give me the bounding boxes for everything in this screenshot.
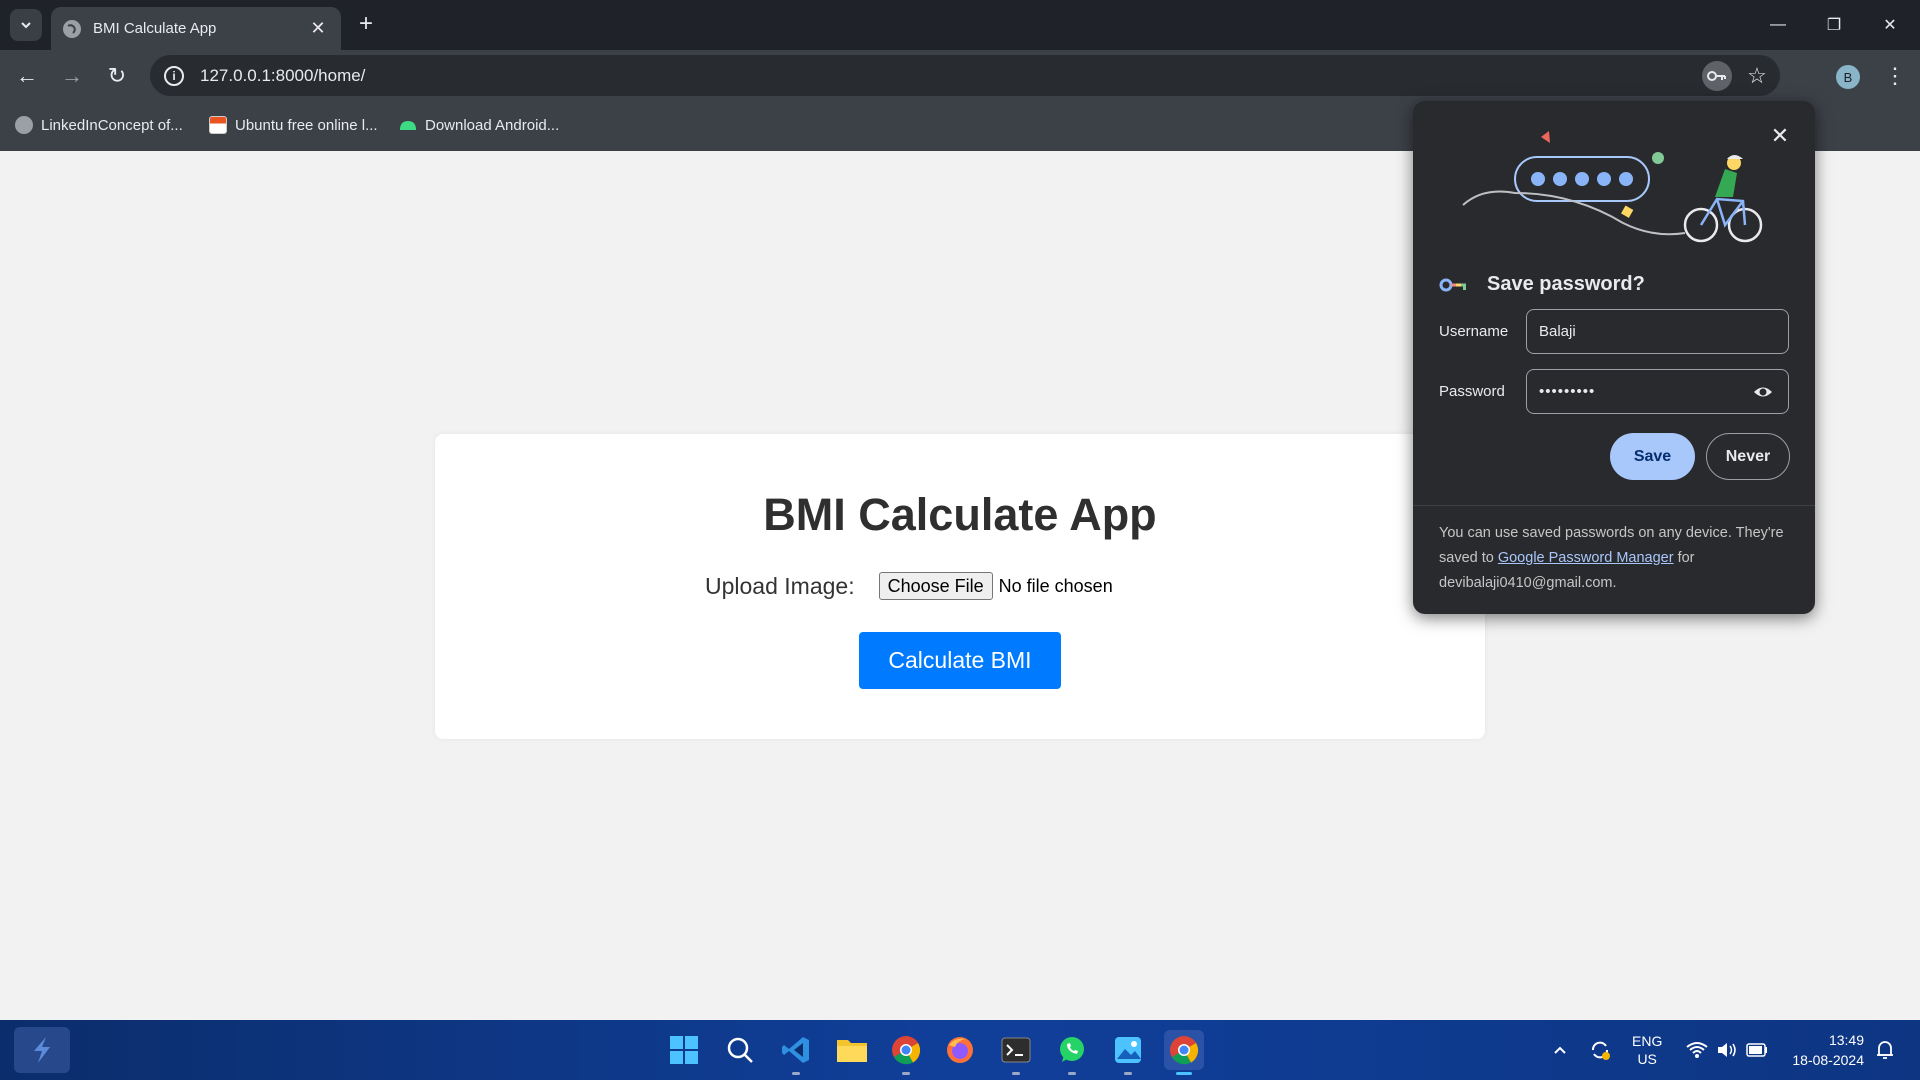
bmi-card: BMI Calculate App Upload Image: Choose F… (435, 434, 1485, 739)
tab-close-icon[interactable]: ✕ (307, 18, 329, 39)
upload-row: Upload Image: Choose File No file chosen (705, 572, 1113, 600)
language-indicator[interactable]: ENG US (1632, 1020, 1662, 1080)
forward-arrow-icon[interactable]: → (55, 59, 89, 93)
running-indicator (792, 1072, 800, 1075)
profile-avatar[interactable]: B (1836, 65, 1860, 89)
running-indicator (902, 1072, 910, 1075)
search-icon[interactable] (720, 1030, 760, 1070)
eye-icon[interactable] (1752, 381, 1774, 403)
save-password-popup: ✕ Save password? Username Balaji Passwor… (1413, 101, 1815, 614)
notifications-icon[interactable] (1874, 1020, 1896, 1080)
popup-header: Save password? (1439, 273, 1645, 296)
vscode-icon[interactable] (776, 1030, 816, 1070)
sync-icon[interactable] (1588, 1020, 1612, 1080)
key-icon (1439, 278, 1466, 291)
password-mask: ••••••••• (1539, 383, 1596, 400)
site-info-icon[interactable]: i (164, 65, 184, 86)
url-text[interactable]: 127.0.0.1:8000/home/ (200, 66, 1702, 86)
popup-title: Save password? (1487, 273, 1645, 295)
popup-divider (1413, 505, 1815, 506)
address-bar[interactable]: i 127.0.0.1:8000/home/ ☆ (150, 55, 1780, 96)
battery-icon[interactable] (1746, 1020, 1768, 1080)
bookmark-label: Ubuntu free online l... (235, 116, 378, 134)
terminal-icon[interactable] (996, 1030, 1036, 1070)
calculate-bmi-button[interactable]: Calculate BMI (859, 632, 1061, 689)
clock[interactable]: 13:49 18-08-2024 (1784, 1030, 1864, 1070)
close-popup-icon[interactable]: ✕ (1767, 123, 1793, 149)
volume-icon[interactable] (1716, 1020, 1738, 1080)
widgets-icon[interactable] (14, 1027, 70, 1073)
language-bottom: US (1637, 1051, 1657, 1067)
running-indicator (1124, 1072, 1132, 1075)
running-indicator (1012, 1072, 1020, 1075)
password-illustration (1462, 131, 1763, 243)
username-value: Balaji (1539, 323, 1576, 340)
reload-icon[interactable]: ↻ (100, 59, 134, 93)
chevron-down-icon (21, 22, 31, 29)
bookmark-label: Download Android... (425, 116, 560, 134)
firefox-icon[interactable] (940, 1030, 980, 1070)
bookmark-item[interactable]: LinkedInConcept of... (15, 116, 183, 134)
close-window-button[interactable]: ✕ (1862, 0, 1918, 50)
photos-icon[interactable] (1108, 1030, 1148, 1070)
username-field[interactable]: Balaji (1526, 309, 1789, 354)
ubuntu-favicon-icon (209, 116, 227, 134)
clock-date: 18-08-2024 (1792, 1052, 1864, 1068)
bookmark-label: LinkedInConcept of... (41, 116, 183, 134)
tray-overflow-icon[interactable] (1552, 1020, 1568, 1080)
wifi-icon[interactable] (1686, 1020, 1708, 1080)
bookmark-star-icon[interactable]: ☆ (1742, 61, 1772, 91)
tab-search-button[interactable] (10, 9, 42, 41)
browser-tab[interactable]: BMI Calculate App ✕ (51, 7, 341, 50)
taskbar: ENG US 13:49 18-08-2024 (0, 1020, 1920, 1080)
popup-footer-text: You can use saved passwords on any devic… (1439, 521, 1794, 596)
back-arrow-icon[interactable]: ← (10, 59, 44, 93)
active-indicator (1176, 1072, 1192, 1075)
minimize-button[interactable]: — (1750, 0, 1806, 50)
android-icon (400, 121, 416, 130)
save-button[interactable]: Save (1610, 433, 1695, 480)
new-tab-button[interactable]: + (352, 11, 380, 39)
password-label: Password (1439, 383, 1505, 400)
chrome-active-icon[interactable] (1164, 1030, 1204, 1070)
globe-icon (63, 19, 81, 38)
clock-time: 13:49 (1828, 1032, 1864, 1048)
choose-file-button[interactable]: Choose File (878, 572, 993, 600)
globe-icon (15, 116, 33, 134)
tab-title: BMI Calculate App (93, 20, 217, 37)
more-menu-icon[interactable]: ⋮ (1880, 59, 1910, 93)
browser-toolbar: ← → ↻ i 127.0.0.1:8000/home/ ☆ B ⋮ (0, 50, 1920, 101)
file-explorer-icon[interactable] (832, 1030, 872, 1070)
password-manager-link[interactable]: Google Password Manager (1498, 550, 1674, 566)
upload-label: Upload Image: (705, 572, 855, 599)
bookmark-item[interactable]: Ubuntu free online l... (209, 116, 378, 134)
never-button[interactable]: Never (1706, 433, 1790, 480)
password-field[interactable]: ••••••••• (1526, 369, 1789, 414)
running-indicator (1068, 1072, 1076, 1075)
password-key-icon[interactable] (1702, 60, 1732, 91)
start-icon[interactable] (664, 1030, 704, 1070)
language-top: ENG (1632, 1033, 1663, 1049)
no-file-text: No file chosen (998, 575, 1113, 596)
page-title: BMI Calculate App (763, 489, 1157, 540)
bookmark-item[interactable]: Download Android... (399, 116, 559, 134)
whatsapp-icon[interactable] (1052, 1030, 1092, 1070)
restore-button[interactable]: ❐ (1806, 0, 1862, 50)
tab-strip: BMI Calculate App ✕ + — ❐ ✕ (0, 0, 1920, 50)
username-label: Username (1439, 323, 1509, 340)
chrome-icon[interactable] (886, 1030, 926, 1070)
